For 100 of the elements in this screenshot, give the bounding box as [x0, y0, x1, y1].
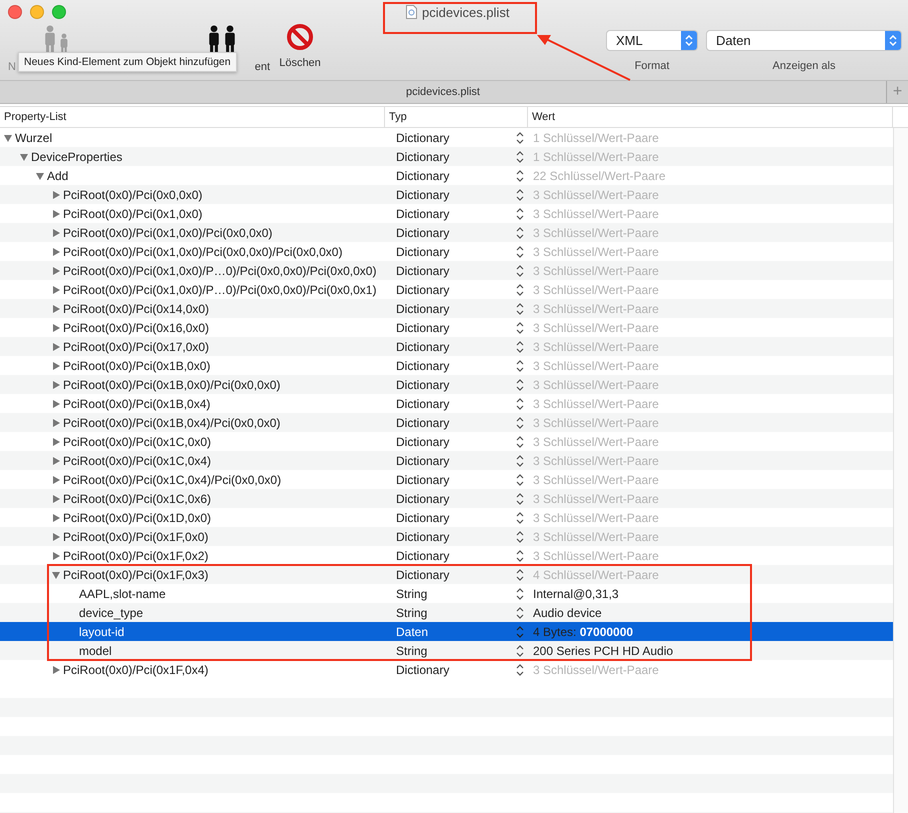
stepper-icon[interactable] [516, 378, 524, 390]
collapsed-triangle-icon[interactable] [52, 476, 60, 484]
stepper-icon[interactable] [516, 664, 524, 676]
popup-button[interactable]: XML [606, 30, 698, 51]
collapsed-triangle-icon[interactable] [52, 324, 60, 332]
table-row[interactable]: PciRoot(0x0)/Pci(0x1,0x0)/P…0)/Pci(0x0,0x0)/Pci(0x0,0x0) Dictionary 3 Schlüssel/Wert-Paare [0, 261, 893, 280]
value-text: 3 Schlüssel/Wert-Paare [532, 340, 659, 354]
column-header[interactable]: Wert [532, 111, 556, 123]
collapsed-triangle-icon[interactable] [52, 514, 60, 522]
collapsed-triangle-icon[interactable] [52, 228, 60, 236]
table-row[interactable]: PciRoot(0x0)/Pci(0x14,0x0) Dictionary 3 Schlüssel/Wert-Paare [0, 299, 893, 318]
collapsed-triangle-icon[interactable] [52, 438, 60, 446]
collapsed-triangle-icon[interactable] [52, 552, 60, 560]
table-row[interactable]: PciRoot(0x0)/Pci(0x1C,0x6) Dictionary 3 Schlüssel/Wert-Paare [0, 489, 893, 508]
table-row[interactable]: PciRoot(0x0)/Pci(0x1B,0x0)/Pci(0x0,0x0) Dictionary 3 Schlüssel/Wert-Paare [0, 375, 893, 394]
stepper-icon[interactable] [516, 226, 524, 238]
table-row[interactable]: layout-id Daten 4 Bytes: 07000000 [0, 622, 893, 641]
close-button[interactable] [8, 5, 22, 19]
value-text: 3 Schlüssel/Wert-Paare [532, 472, 659, 486]
collapsed-triangle-icon[interactable] [52, 380, 60, 388]
stepper-icon[interactable] [516, 150, 524, 162]
key-text: PciRoot(0x0)/Pci(0x1B,0x4) [63, 396, 210, 410]
value-text: 3 Schlüssel/Wert-Paare [532, 454, 659, 468]
collapsed-triangle-icon[interactable] [52, 304, 60, 312]
key-text: PciRoot(0x0)/Pci(0x17,0x0) [63, 340, 210, 354]
stepper-icon[interactable] [516, 512, 524, 524]
table-row[interactable]: PciRoot(0x0)/Pci(0x1,0x0)/Pci(0x0,0x0) Dictionary 3 Schlüssel/Wert-Paare [0, 223, 893, 242]
collapsed-triangle-icon[interactable] [52, 286, 60, 294]
stepper-icon[interactable] [516, 416, 524, 428]
stepper-icon[interactable] [516, 284, 524, 296]
stepper-icon[interactable] [516, 626, 524, 638]
expanded-triangle-icon[interactable] [52, 570, 60, 578]
key-text: PciRoot(0x0)/Pci(0x1,0x0) [63, 206, 202, 220]
expanded-triangle-icon[interactable] [20, 152, 28, 160]
stepper-icon[interactable] [516, 606, 524, 618]
value-text: 1 Schlüssel/Wert-Paare [532, 130, 659, 144]
stepper-icon[interactable] [516, 454, 524, 466]
table-row[interactable]: DeviceProperties Dictionary 1 Schlüssel/Wert-Paare [0, 147, 893, 166]
value-text: 3 Schlüssel/Wert-Paare [532, 188, 659, 202]
key-text: PciRoot(0x0)/Pci(0x14,0x0) [63, 302, 210, 316]
stepper-icon[interactable] [516, 360, 524, 372]
key-text: PciRoot(0x0)/Pci(0x1C,0x4)/Pci(0x0,0x0) [63, 472, 282, 486]
stepper-icon[interactable] [516, 530, 524, 542]
stepper-icon[interactable] [516, 588, 524, 600]
zoom-button[interactable] [52, 5, 66, 19]
tooltip: Neues Kind-Element zum Objekt hinzufügen [18, 52, 237, 72]
table-row[interactable]: PciRoot(0x0)/Pci(0x1B,0x4)/Pci(0x0,0x0) Dictionary 3 Schlüssel/Wert-Paare [0, 413, 893, 432]
type-text: Dictionary [396, 150, 450, 164]
table-row[interactable]: model String 200 Series PCH HD Audio [0, 641, 893, 660]
stepper-icon[interactable] [516, 340, 524, 352]
stepper-icon[interactable] [516, 474, 524, 486]
collapsed-triangle-icon[interactable] [52, 666, 60, 674]
table-row[interactable]: PciRoot(0x0)/Pci(0x1C,0x4) Dictionary 3 Schlüssel/Wert-Paare [0, 451, 893, 470]
scrollbar-track[interactable] [893, 128, 908, 813]
stepper-icon[interactable] [516, 170, 524, 182]
stepper-icon[interactable] [516, 302, 524, 314]
collapsed-triangle-icon[interactable] [52, 210, 60, 218]
stepper-icon[interactable] [516, 644, 524, 656]
collapsed-triangle-icon[interactable] [52, 362, 60, 370]
stepper-icon[interactable] [516, 208, 524, 220]
table-row[interactable]: device_type String Audio device [0, 603, 893, 622]
table-row[interactable]: PciRoot(0x0)/Pci(0x0,0x0) Dictionary 3 Schlüssel/Wert-Paare [0, 185, 893, 204]
type-text: Dictionary [396, 244, 450, 258]
people-icon [206, 24, 238, 54]
stepper-icon[interactable] [516, 398, 524, 410]
table-row[interactable]: PciRoot(0x0)/Pci(0x1F,0x3) Dictionary 4 Schlüssel/Wert-Paare [0, 565, 893, 584]
collapsed-triangle-icon[interactable] [52, 190, 60, 198]
popup-button[interactable]: Daten [706, 30, 902, 51]
collapsed-triangle-icon[interactable] [52, 266, 60, 274]
expanded-triangle-icon[interactable] [4, 134, 12, 142]
collapsed-triangle-icon[interactable] [52, 342, 60, 350]
key-text: device_type [79, 606, 144, 620]
collapsed-triangle-icon[interactable] [52, 400, 60, 408]
column-header[interactable]: Property-List [4, 111, 66, 123]
collapsed-triangle-icon[interactable] [52, 532, 60, 540]
key-text: PciRoot(0x0)/Pci(0x0,0x0) [63, 188, 202, 202]
key-text: PciRoot(0x0)/Pci(0x1,0x0)/P…0)/Pci(0x0,0x0)/Pci(0x0,0x0) [63, 264, 376, 278]
collapsed-triangle-icon[interactable] [52, 418, 60, 426]
stepper-icon[interactable] [516, 436, 524, 448]
table-row[interactable]: PciRoot(0x0)/Pci(0x17,0x0) Dictionary 3 Schlüssel/Wert-Paare [0, 337, 893, 356]
collapsed-triangle-icon[interactable] [52, 456, 60, 464]
value-text: 3 Schlüssel/Wert-Paare [532, 416, 659, 430]
stepper-icon[interactable] [516, 322, 524, 334]
stepper-icon[interactable] [516, 550, 524, 562]
key-text: PciRoot(0x0)/Pci(0x16,0x0) [63, 320, 210, 334]
column-header[interactable]: Typ [389, 111, 407, 123]
collapsed-triangle-icon[interactable] [52, 248, 60, 256]
stepper-icon[interactable] [516, 188, 524, 200]
key-text: PciRoot(0x0)/Pci(0x1,0x0)/Pci(0x0,0x0)/Pci(0x0,0x0) [63, 244, 342, 258]
stepper-icon[interactable] [516, 132, 524, 144]
stepper-icon[interactable] [516, 568, 524, 580]
collapsed-triangle-icon[interactable] [52, 494, 60, 502]
value-text: 3 Schlüssel/Wert-Paare [532, 378, 659, 392]
stepper-icon[interactable] [516, 264, 524, 276]
stepper-icon[interactable] [516, 246, 524, 258]
document-icon [406, 5, 417, 19]
stepper-icon[interactable] [516, 492, 524, 504]
table-row[interactable]: PciRoot(0x0)/Pci(0x1F,0x0) Dictionary 3 Schlüssel/Wert-Paare [0, 527, 893, 546]
expanded-triangle-icon[interactable] [36, 172, 44, 180]
toolbar-button[interactable]: Löschen [270, 24, 330, 69]
